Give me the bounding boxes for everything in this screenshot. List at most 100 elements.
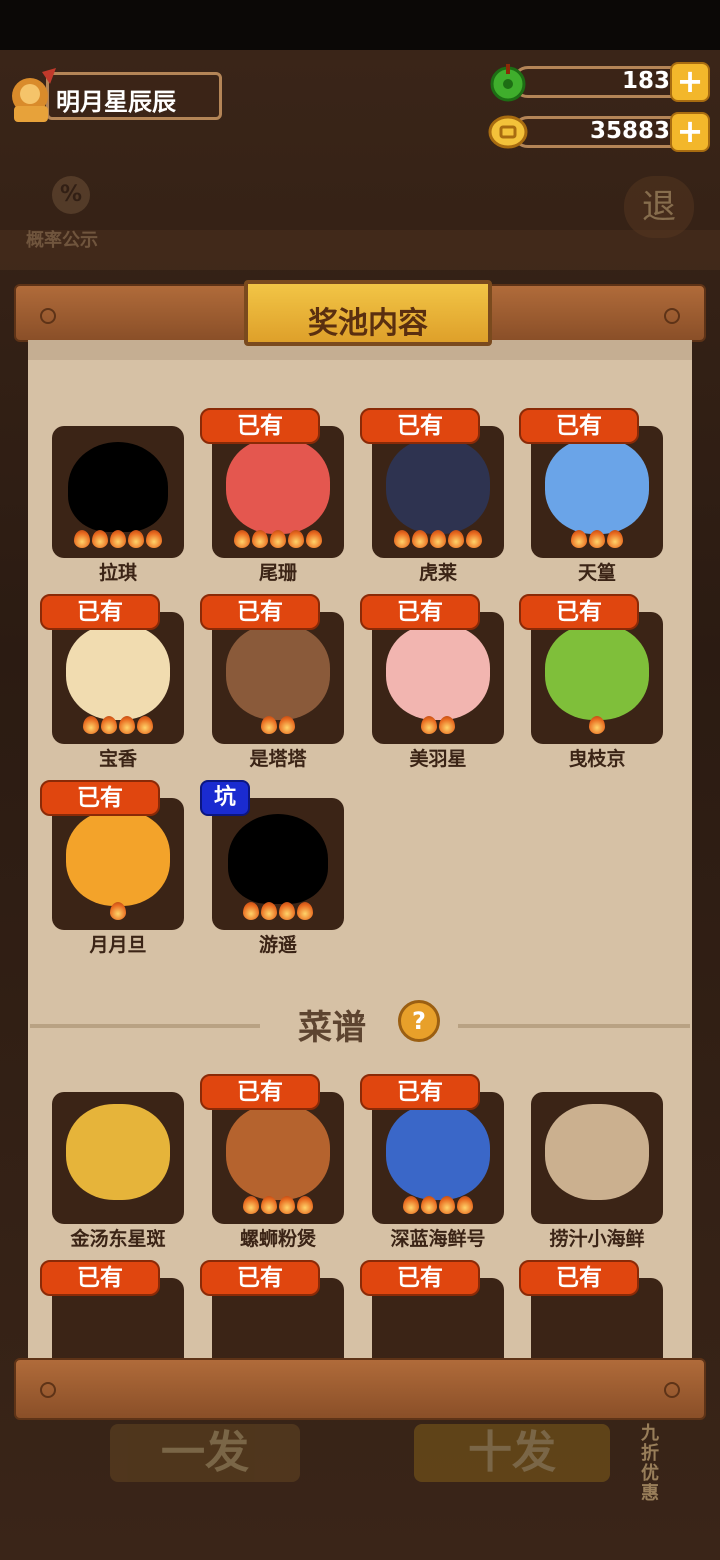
character-card[interactable]: 尾珊 已有 [200,408,344,584]
flame-icon [279,716,295,734]
star-rating [372,530,504,552]
owned-badge: 已有 [40,780,160,816]
character-card[interactable]: 美羽星 已有 [360,594,504,770]
exit-button[interactable]: 退 [624,176,694,238]
star-rating [52,530,184,552]
flame-icon [261,902,277,920]
flame-icon [252,530,268,548]
character-card[interactable]: 天篁 已有 [519,408,663,584]
item-name: 虎莱 [418,562,457,584]
help-icon[interactable]: ? [398,1000,440,1042]
flame-icon [421,1196,437,1214]
player-avatar-icon[interactable] [6,66,58,124]
character-card[interactable]: 虎莱 已有 [360,408,504,584]
item-name: 金汤东星斑 [70,1228,166,1250]
coin-icon [488,115,528,149]
flame-icon [288,530,304,548]
character-card[interactable]: 是塔塔 已有 [200,594,344,770]
flame-icon [128,530,144,548]
character-card[interactable]: 拉琪 [52,408,184,584]
star-rating [531,716,663,738]
nail-icon [40,308,56,324]
flame-icon [101,716,117,734]
owned-badge: 已有 [360,1074,480,1110]
pit-badge: 坑 [200,780,250,816]
item-portrait [545,1104,649,1200]
probability-label: 概率公示 [26,230,98,251]
flame-icon [110,902,126,920]
item-name: 曳枝京 [568,748,626,770]
flame-icon [243,1196,259,1214]
owned-badge: 已有 [40,594,160,630]
flame-icon [571,530,587,548]
owned-badge: 已有 [360,594,480,630]
recipe-card[interactable]: 螺蛳粉煲 已有 [200,1074,344,1250]
nail-icon [40,1382,56,1398]
flame-icon [403,1196,419,1214]
star-rating [212,530,344,552]
section-divider-right [458,1024,690,1028]
item-portrait [226,438,330,534]
nail-icon [664,1382,680,1398]
player-name: 明月星辰辰 [56,88,176,116]
item-name: 拉琪 [98,562,137,584]
recipe-card[interactable]: 已有 [200,1260,344,1360]
flame-icon [448,530,464,548]
flame-icon [439,1196,455,1214]
star-rating [531,530,663,552]
flame-icon [83,716,99,734]
coin-count: 35883 [589,118,670,144]
star-rating [212,716,344,738]
recipe-card[interactable]: 已有 [40,1260,184,1360]
flame-icon [421,716,437,734]
star-rating [372,716,504,738]
recipe-card[interactable]: 已有 [360,1260,504,1360]
item-name: 螺蛳粉煲 [239,1228,316,1250]
pool-content-panel[interactable]: 拉琪 尾珊 已有 虎莱 已有 天篁 已有 宝香 已有 是塔塔 已有 美羽星 已有 曳枝京 已有 月月旦 已有 游遥… [28,340,692,1360]
percent-icon: % [52,176,90,214]
item-portrait [545,624,649,720]
character-card[interactable]: 游遥 坑 [200,780,344,956]
flame-icon [279,902,295,920]
item-name: 美羽星 [409,748,467,770]
recipe-card[interactable]: 已有 [519,1260,663,1360]
player-info[interactable]: 明月星辰辰 [6,66,222,124]
owned-badge: 已有 [519,408,639,444]
flame-icon [279,1196,295,1214]
owned-badge: 已有 [360,408,480,444]
character-card[interactable]: 宝香 已有 [40,594,184,770]
star-rating [212,1196,344,1218]
add-gems-button[interactable]: + [670,62,710,102]
character-card[interactable]: 曳枝京 已有 [519,594,663,770]
item-name: 尾珊 [258,562,297,584]
flame-icon [457,1196,473,1214]
flame-icon [110,530,126,548]
flame-icon [261,716,277,734]
flame-icon [243,902,259,920]
item-portrait [545,438,649,534]
flame-icon [234,530,250,548]
item-name: 捞汁小海鲜 [549,1228,645,1250]
flame-icon [412,530,428,548]
owned-badge: 已有 [40,1260,160,1296]
character-card[interactable]: 月月旦 已有 [40,780,184,956]
flame-icon [607,530,623,548]
item-portrait [386,438,490,534]
flame-icon [74,530,90,548]
section-divider-left [30,1024,260,1028]
status-bar [0,0,720,50]
recipe-card[interactable]: 深蓝海鲜号 已有 [360,1074,504,1250]
flame-icon [261,1196,277,1214]
locked-silhouette [228,814,328,904]
add-coins-button[interactable]: + [670,112,710,152]
gem-counter: 183 + [488,62,710,102]
recipe-card[interactable]: 捞汁小海鲜 [531,1074,663,1250]
flame-icon [439,716,455,734]
single-draw-button[interactable]: 一发 [110,1424,300,1482]
star-rating [212,902,344,924]
recipe-card[interactable]: 金汤东星斑 [52,1074,184,1250]
probability-button[interactable]: % 概率公示 [26,176,116,251]
item-name: 天篁 [577,562,616,584]
item-name: 是塔塔 [249,748,307,770]
ten-draw-button[interactable]: 十发 [414,1424,610,1482]
